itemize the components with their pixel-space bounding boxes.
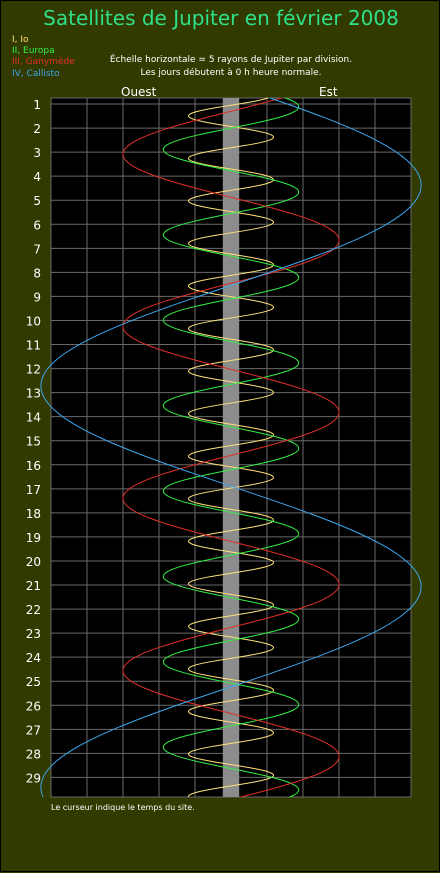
y-tick-label: 21 — [26, 579, 41, 593]
y-tick-label: 4 — [33, 170, 41, 184]
y-tick-label: 8 — [33, 266, 41, 280]
y-tick-label: 5 — [33, 194, 41, 208]
y-tick-label: 28 — [26, 747, 41, 761]
y-tick-label: 12 — [26, 363, 41, 377]
y-tick-label: 13 — [26, 387, 41, 401]
chart-frame: Satellites de Jupiter en février 2008 I,… — [0, 0, 440, 872]
y-tick-label: 6 — [33, 218, 41, 232]
y-tick-label: 22 — [26, 603, 41, 617]
y-tick-label: 23 — [26, 627, 41, 641]
footnote: Le curseur indique le temps du site. — [51, 803, 195, 812]
satellite-chart: 1234567891011121314151617181920212223242… — [26, 97, 422, 798]
y-tick-label: 17 — [26, 483, 41, 497]
jupiter-outline — [223, 98, 239, 797]
y-tick-label: 2 — [33, 122, 41, 136]
y-tick-label: 26 — [26, 699, 41, 713]
y-tick-label: 14 — [26, 411, 41, 425]
y-tick-label: 9 — [33, 290, 41, 304]
y-tick-label: 18 — [26, 507, 41, 521]
y-tick-label: 25 — [26, 675, 41, 689]
y-tick-label: 10 — [26, 314, 41, 328]
y-tick-label: 15 — [26, 435, 41, 449]
y-tick-label: 1 — [33, 98, 41, 112]
y-tick-label: 7 — [33, 242, 41, 256]
y-tick-label: 20 — [26, 555, 41, 569]
y-tick-label: 3 — [33, 146, 41, 160]
y-tick-label: 29 — [26, 771, 41, 785]
y-tick-label: 16 — [26, 459, 41, 473]
y-tick-label: 27 — [26, 723, 41, 737]
y-tick-label: 19 — [26, 531, 41, 545]
y-tick-label: 11 — [26, 339, 41, 353]
y-tick-label: 24 — [26, 651, 41, 665]
